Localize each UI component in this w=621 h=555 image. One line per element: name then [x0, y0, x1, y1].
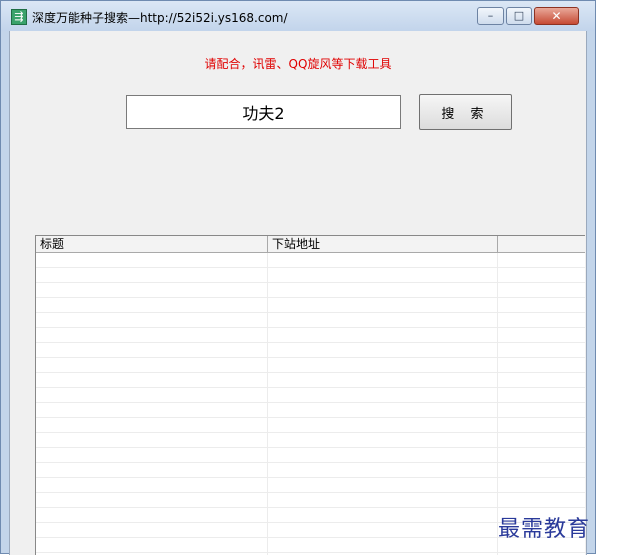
table-row	[36, 448, 585, 463]
minimize-icon: –	[487, 9, 494, 22]
table-row	[36, 358, 585, 373]
app-icon: ⇶	[11, 9, 27, 25]
table-row	[36, 433, 585, 448]
table-header: 标题 下站地址	[36, 236, 585, 253]
close-button[interactable]: ✕	[534, 7, 579, 25]
column-header-title[interactable]: 标题	[36, 236, 268, 252]
table-row	[36, 283, 585, 298]
table-row	[36, 373, 585, 388]
minimize-button[interactable]: –	[477, 7, 504, 25]
table-row	[36, 328, 585, 343]
title-bar[interactable]: ⇶ 深度万能种子搜索—http://52i52i.ys168.com/ – □ …	[1, 1, 595, 31]
table-row	[36, 418, 585, 433]
table-row	[36, 493, 585, 508]
table-row	[36, 253, 585, 268]
table-row	[36, 463, 585, 478]
table-row	[36, 403, 585, 418]
search-input[interactable]	[126, 95, 401, 129]
column-header-download-url[interactable]: 下站地址	[268, 236, 498, 252]
table-row	[36, 343, 585, 358]
maximize-icon: □	[513, 9, 525, 22]
download-notice: 请配合，讯雷、QQ旋风等下载工具	[204, 57, 392, 71]
table-body	[36, 253, 585, 555]
results-table[interactable]: 标题 下站地址	[35, 235, 585, 555]
table-row	[36, 478, 585, 493]
app-window: ⇶ 深度万能种子搜索—http://52i52i.ys168.com/ – □ …	[0, 0, 596, 555]
window-title: 深度万能种子搜索—http://52i52i.ys168.com/	[32, 11, 288, 25]
search-button[interactable]: 搜 索	[419, 94, 512, 130]
close-icon: ✕	[551, 9, 562, 23]
client-area: 请配合，讯雷、QQ旋风等下载工具 搜 索 标题 下站地址	[9, 31, 587, 555]
table-row	[36, 298, 585, 313]
maximize-button[interactable]: □	[506, 7, 532, 25]
watermark-text: 最需教育	[498, 517, 591, 542]
table-row	[36, 268, 585, 283]
column-header-extra[interactable]	[498, 236, 585, 252]
table-row	[36, 388, 585, 403]
table-row	[36, 313, 585, 328]
